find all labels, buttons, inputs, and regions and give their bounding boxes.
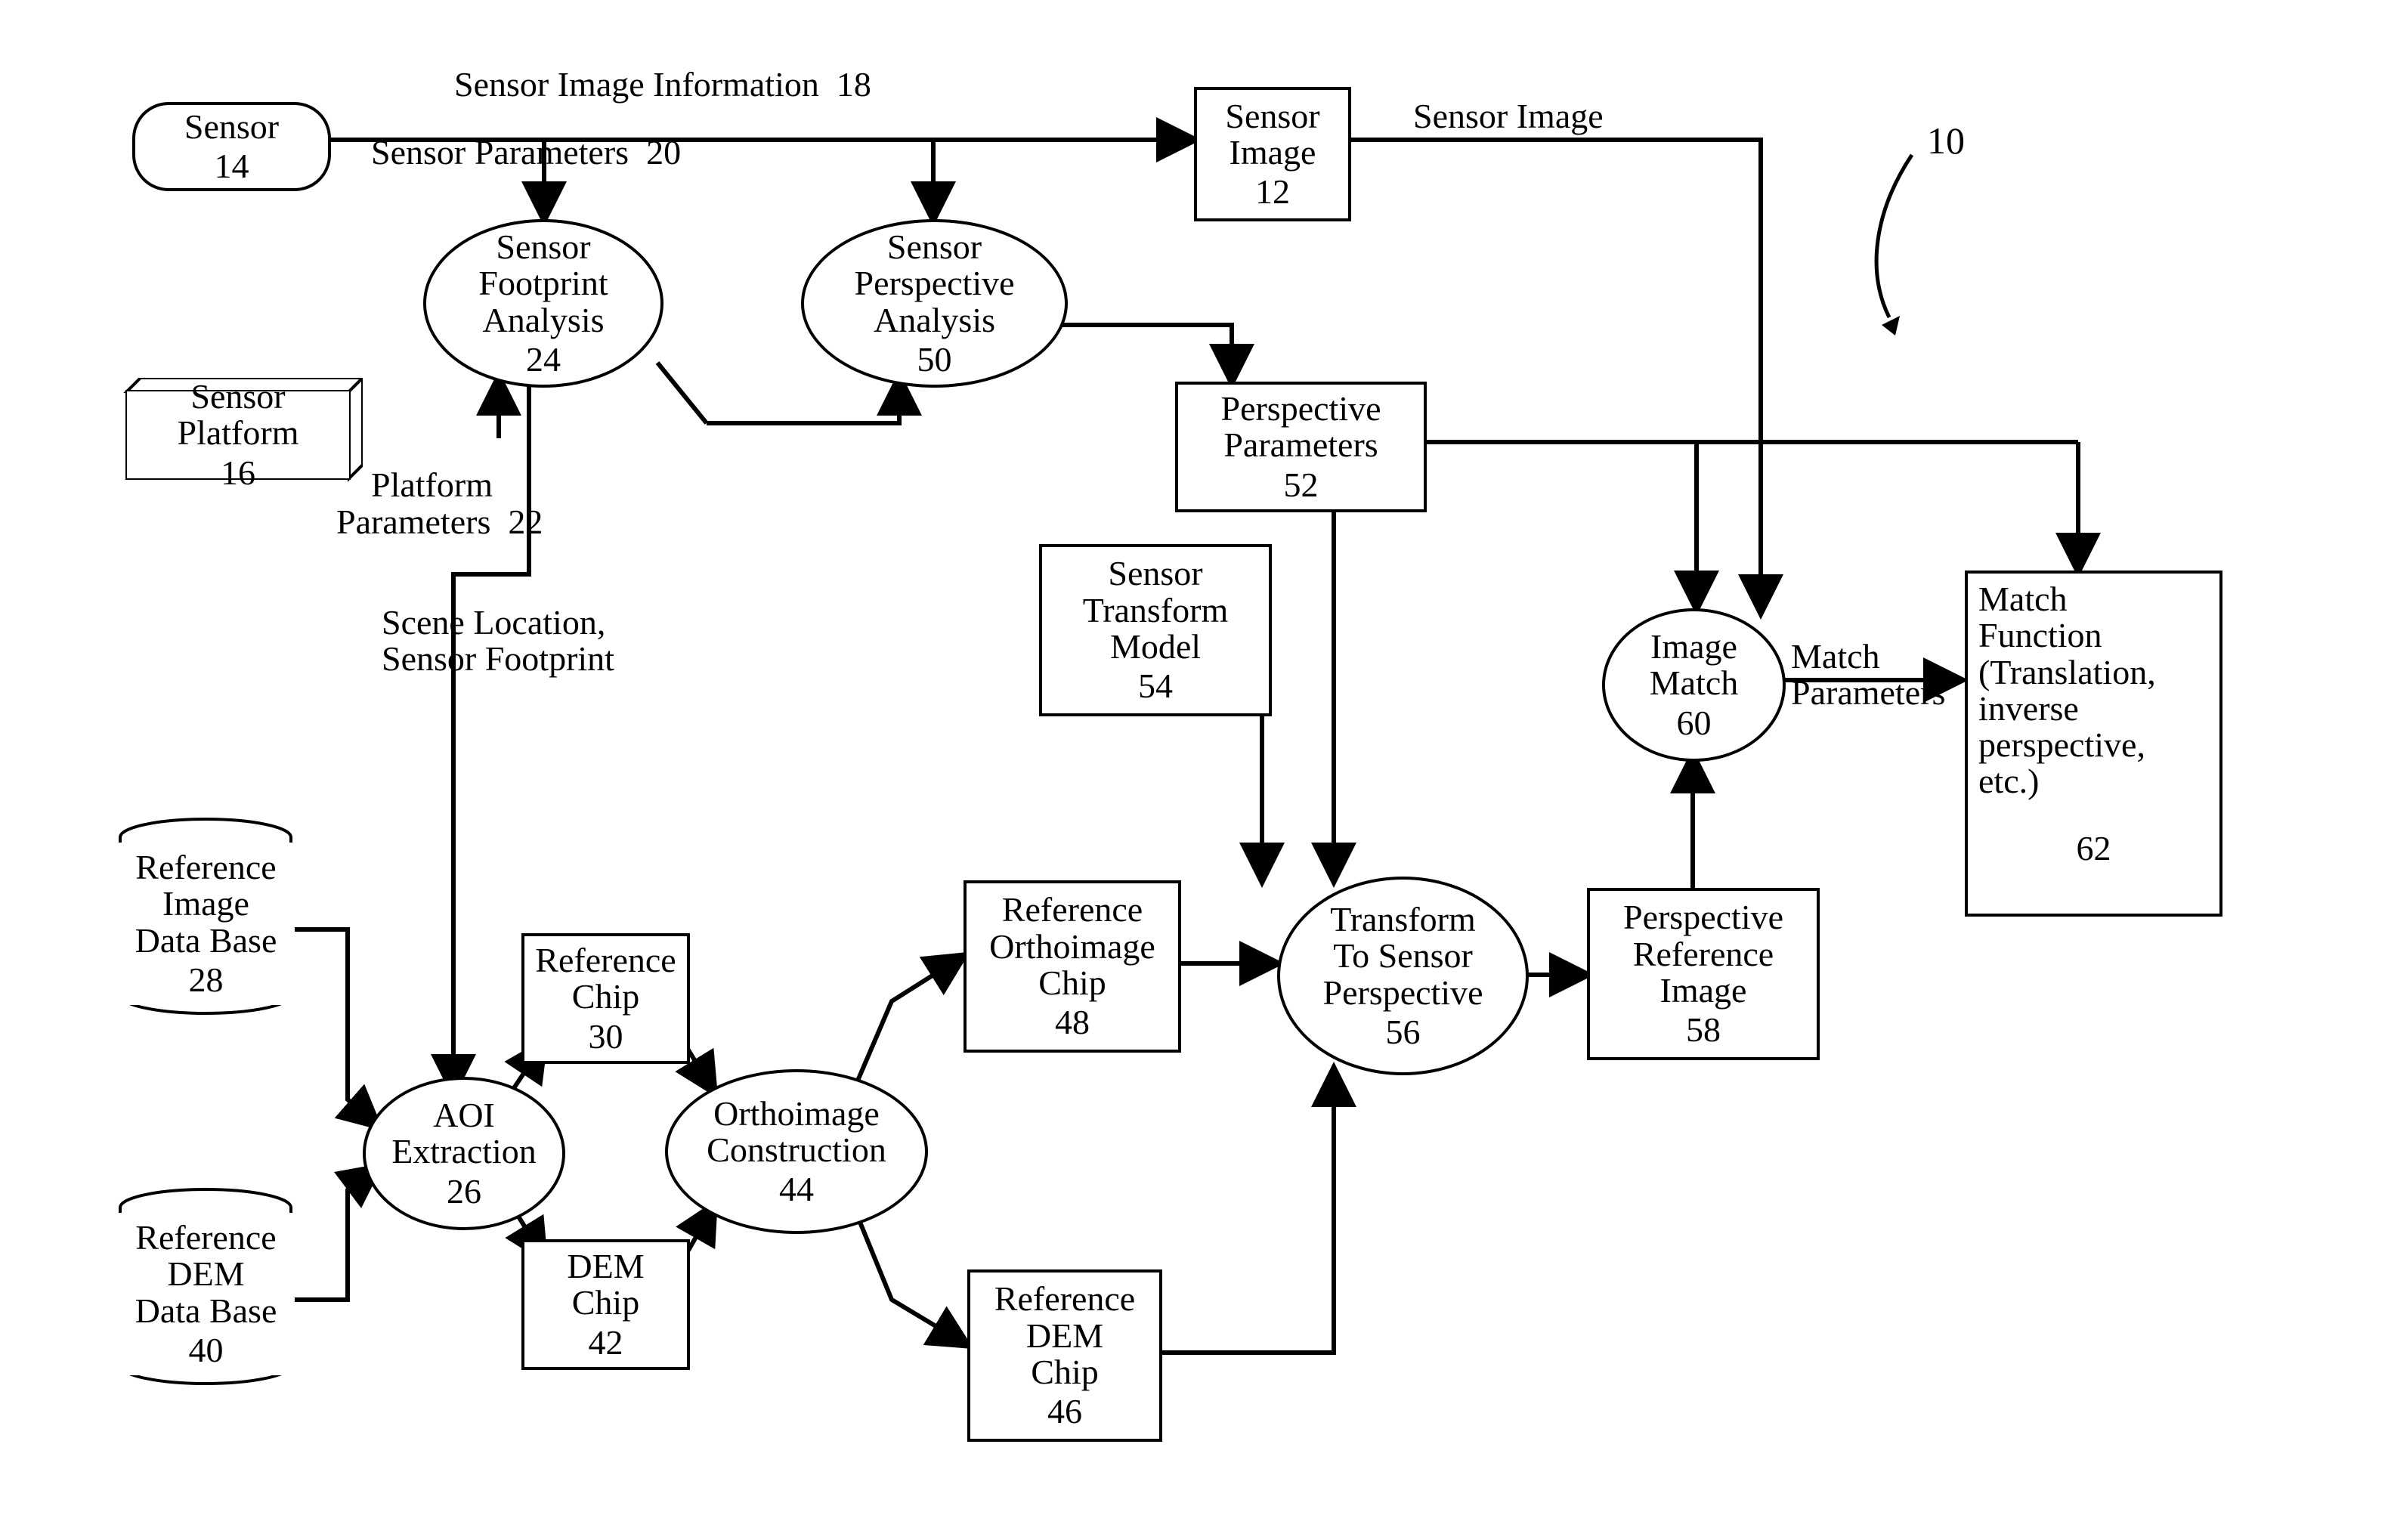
node-sensor-footprint-num: 24 <box>526 342 561 378</box>
node-sensor-transform-num: 54 <box>1138 668 1173 704</box>
node-ref-dem-db-text: Reference DEM Data Base <box>135 1220 277 1329</box>
node-sensor-footprint-text: Sensor Footprint Analysis <box>478 229 608 339</box>
label-sensor-image-arrow: Sensor Image <box>1413 98 1604 135</box>
node-ref-orthoimage-chip: Reference Orthoimage Chip 48 <box>964 880 1181 1053</box>
node-sensor-image-text: Sensor Image <box>1225 98 1319 172</box>
node-transform-to-sp-text: Transform To Sensor Perspective <box>1322 901 1483 1011</box>
node-ref-image-db-num: 28 <box>189 962 224 998</box>
node-sensor-perspective-num: 50 <box>917 342 952 378</box>
node-sensor-transform-model: Sensor Transform Model 54 <box>1039 544 1272 716</box>
node-orthoimage-construction: Orthoimage Construction 44 <box>665 1069 928 1234</box>
node-orthoimage-construction-num: 44 <box>779 1171 814 1208</box>
node-match-function-num: 62 <box>2077 830 2111 867</box>
label-scene-location: Scene Location, Sensor Footprint <box>382 605 614 678</box>
node-sensor-perspective-analysis: Sensor Perspective Analysis 50 <box>801 219 1068 388</box>
node-image-match-num: 60 <box>1677 705 1712 741</box>
node-perspective-parameters-text: Perspective Parameters <box>1220 391 1381 464</box>
node-dem-chip-num: 42 <box>589 1325 623 1361</box>
node-sensor-platform: Sensor Platform 16 <box>127 391 349 478</box>
node-sensor-platform-text: Sensor Platform <box>127 379 349 452</box>
label-figure-ref: 10 <box>1927 121 1965 161</box>
node-match-function: Match Function (Translation, inverse per… <box>1965 571 2222 917</box>
node-aoi-extraction-text: AOI Extraction <box>391 1097 537 1170</box>
node-persp-ref-image-num: 58 <box>1686 1012 1721 1048</box>
node-transform-to-sp-num: 56 <box>1386 1014 1421 1050</box>
node-sensor: Sensor 14 <box>132 102 331 191</box>
node-sensor-footprint-analysis: Sensor Footprint Analysis 24 <box>423 219 663 388</box>
node-dem-chip-text: DEM Chip <box>567 1248 644 1322</box>
node-sensor-platform-num: 16 <box>221 455 255 491</box>
node-image-match: Image Match 60 <box>1602 608 1786 762</box>
node-dem-chip: DEM Chip 42 <box>521 1239 690 1370</box>
label-match-parameters: Match Parameters <box>1791 639 1945 712</box>
node-ref-dem-db-num: 40 <box>189 1332 224 1368</box>
node-ref-dem-db: Reference DEM Data Base 40 <box>117 1213 295 1375</box>
node-match-function-text: Match Function (Translation, inverse per… <box>1978 581 2156 800</box>
node-sensor-text: Sensor <box>184 109 279 145</box>
node-ref-orthoimage-chip-num: 48 <box>1055 1004 1090 1041</box>
node-image-match-text: Image Match <box>1650 629 1739 702</box>
node-perspective-reference-image: Perspective Reference Image 58 <box>1587 888 1820 1060</box>
node-sensor-image-num: 12 <box>1255 174 1290 210</box>
label-sensor-parameters: Sensor Parameters 20 <box>336 98 681 208</box>
node-sensor-perspective-text: Sensor Perspective Analysis <box>854 229 1014 339</box>
node-aoi-extraction-num: 26 <box>447 1174 481 1210</box>
node-ref-image-db-text: Reference Image Data Base <box>135 849 277 959</box>
node-orthoimage-construction-text: Orthoimage Construction <box>707 1096 886 1169</box>
node-ref-dem-chip: Reference DEM Chip 46 <box>967 1269 1162 1442</box>
diagram-canvas: Sensor Image Information 18 Sensor Param… <box>0 0 2391 1540</box>
node-ref-image-db: Reference Image Data Base 28 <box>117 843 295 1005</box>
node-transform-to-sensor-perspective: Transform To Sensor Perspective 56 <box>1277 877 1529 1075</box>
label-platform-parameters: Platform Parameters 22 <box>336 431 543 577</box>
node-persp-ref-image-text: Perspective Reference Image <box>1623 899 1783 1009</box>
node-reference-chip-num: 30 <box>589 1019 623 1055</box>
node-aoi-extraction: AOI Extraction 26 <box>363 1077 565 1230</box>
node-reference-chip: Reference Chip 30 <box>521 933 690 1064</box>
node-ref-orthoimage-chip-text: Reference Orthoimage Chip <box>989 892 1155 1001</box>
node-ref-dem-chip-text: Reference DEM Chip <box>994 1281 1135 1390</box>
node-reference-chip-text: Reference Chip <box>535 942 676 1016</box>
node-perspective-parameters: Perspective Parameters 52 <box>1175 382 1427 512</box>
node-perspective-parameters-num: 52 <box>1284 467 1319 503</box>
node-sensor-image: Sensor Image 12 <box>1194 87 1351 221</box>
node-ref-dem-chip-num: 46 <box>1047 1393 1082 1430</box>
node-sensor-transform-text: Sensor Transform Model <box>1083 555 1229 665</box>
node-sensor-num: 14 <box>215 148 249 184</box>
